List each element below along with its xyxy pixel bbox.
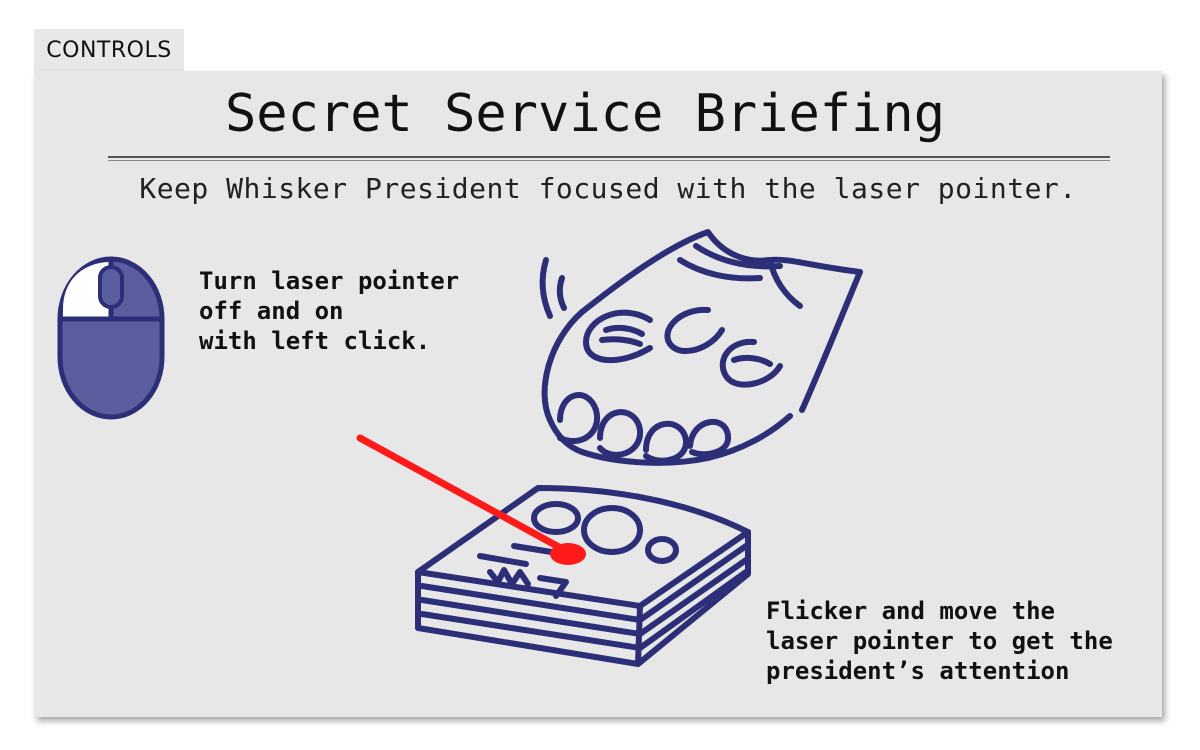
laser-move-instruction: Flicker and move the laser pointer to ge… (766, 597, 1113, 685)
controls-tab[interactable]: CONTROLS (34, 29, 184, 71)
document-box-icon (415, 485, 751, 667)
briefing-subtitle: Keep Whisker President focused with the … (139, 172, 1077, 205)
briefing-title: Secret Service Briefing (224, 84, 946, 144)
motion-line-icon (556, 275, 567, 311)
motion-line-icon (539, 257, 553, 319)
cat-paw-icon (541, 229, 863, 466)
title-divider-thin (108, 160, 1110, 161)
title-divider (108, 156, 1110, 158)
controls-tab-label: CONTROLS (46, 37, 172, 63)
mouse-left-click-icon (57, 256, 165, 420)
